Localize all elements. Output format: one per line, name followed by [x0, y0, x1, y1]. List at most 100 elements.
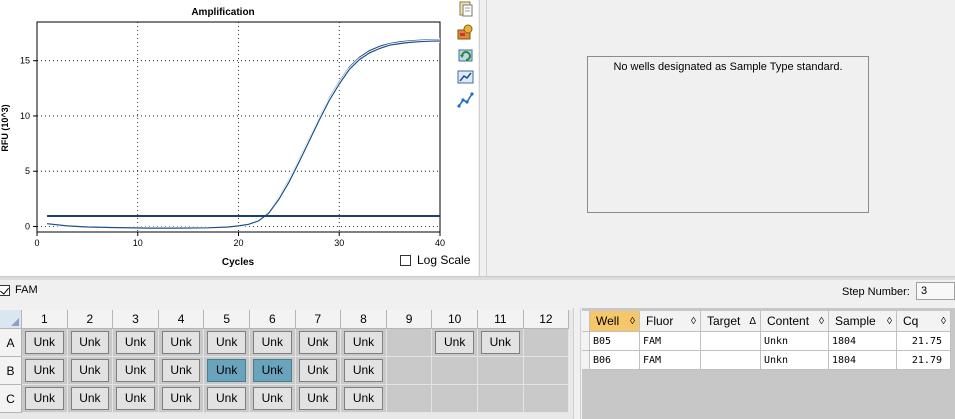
- plate-well[interactable]: Unk: [204, 385, 250, 413]
- well-a8[interactable]: Unk: [344, 331, 383, 354]
- plate-well[interactable]: [523, 329, 570, 357]
- well-b2[interactable]: Unk: [70, 359, 110, 382]
- column-header-11[interactable]: 11: [478, 310, 524, 329]
- well-c5[interactable]: Unk: [207, 387, 246, 410]
- well-b1[interactable]: Unk: [25, 359, 64, 382]
- well-c1[interactable]: Unk: [25, 387, 64, 410]
- well-b8[interactable]: Unk: [344, 359, 383, 382]
- column-header-7[interactable]: 7: [295, 310, 342, 329]
- plate-well[interactable]: Unk: [250, 329, 296, 357]
- select-all-corner[interactable]: [0, 310, 22, 329]
- plate-well[interactable]: Unk: [67, 329, 114, 357]
- well-c7[interactable]: Unk: [298, 387, 338, 410]
- well-a10[interactable]: Unk: [435, 331, 474, 354]
- well-a2[interactable]: Unk: [70, 331, 110, 354]
- plate-well[interactable]: [523, 357, 570, 385]
- sort-icon[interactable]: ◊: [887, 311, 892, 332]
- sort-icon[interactable]: Δ: [749, 311, 756, 332]
- plate-well[interactable]: Unk: [250, 385, 296, 413]
- column-header-3[interactable]: 3: [113, 310, 159, 329]
- well-c8[interactable]: Unk: [344, 387, 383, 410]
- plate-well[interactable]: Unk: [341, 329, 387, 357]
- column-header-target[interactable]: Target Δ: [701, 311, 761, 332]
- sort-icon[interactable]: ◊: [819, 311, 824, 332]
- column-header-1[interactable]: 1: [22, 310, 68, 329]
- cell-target[interactable]: [701, 351, 761, 370]
- plate-well[interactable]: Unk: [113, 385, 159, 413]
- plate-well[interactable]: [523, 385, 570, 413]
- plate-well[interactable]: Unk: [250, 357, 296, 385]
- column-header-sample[interactable]: Sample ◊: [829, 311, 897, 332]
- well-c2[interactable]: Unk: [70, 387, 110, 410]
- sort-icon[interactable]: ◊: [630, 311, 635, 332]
- plate-well[interactable]: Unk: [158, 385, 205, 413]
- refresh-icon[interactable]: [457, 47, 474, 63]
- well-c4[interactable]: Unk: [161, 387, 201, 410]
- log-scale-checkbox[interactable]: [400, 254, 411, 266]
- cell-cq[interactable]: 21.79: [897, 351, 951, 370]
- plate-well[interactable]: Unk: [67, 357, 114, 385]
- column-header-5[interactable]: 5: [204, 310, 250, 329]
- plate-well[interactable]: Unk: [295, 385, 342, 413]
- column-header-2[interactable]: 2: [67, 310, 114, 329]
- export-icon[interactable]: [457, 24, 474, 40]
- cell-well[interactable]: B05: [590, 332, 640, 351]
- plate-well[interactable]: [386, 357, 433, 385]
- row-selector[interactable]: [582, 332, 590, 351]
- column-header-6[interactable]: 6: [250, 310, 296, 329]
- plate-well[interactable]: [478, 357, 524, 385]
- row-header-b[interactable]: B: [0, 357, 22, 385]
- cell-fluor[interactable]: FAM: [640, 351, 701, 370]
- well-a1[interactable]: Unk: [25, 331, 64, 354]
- column-header-10[interactable]: 10: [432, 310, 478, 329]
- plate-well[interactable]: [478, 385, 524, 413]
- column-header-12[interactable]: 12: [523, 310, 570, 329]
- plate-well[interactable]: Unk: [341, 385, 387, 413]
- plate-well[interactable]: Unk: [22, 385, 68, 413]
- plate-well[interactable]: Unk: [204, 357, 250, 385]
- well-b5[interactable]: Unk: [207, 359, 246, 382]
- plate-well[interactable]: Unk: [158, 357, 205, 385]
- plate-well[interactable]: Unk: [158, 329, 205, 357]
- plate-well[interactable]: [386, 329, 433, 357]
- fluor-selector[interactable]: FAM: [0, 281, 38, 299]
- sort-icon[interactable]: ◊: [941, 311, 946, 332]
- well-a6[interactable]: Unk: [253, 331, 292, 354]
- plate-well[interactable]: Unk: [113, 329, 159, 357]
- well-b6[interactable]: Unk: [253, 359, 292, 382]
- row-header-a[interactable]: A: [0, 329, 22, 357]
- well-b7[interactable]: Unk: [298, 359, 338, 382]
- plate-well[interactable]: Unk: [67, 385, 114, 413]
- plate-well[interactable]: [432, 357, 478, 385]
- cell-fluor[interactable]: FAM: [640, 332, 701, 351]
- well-b3[interactable]: Unk: [116, 359, 155, 382]
- cell-content[interactable]: Unkn: [761, 351, 829, 370]
- log-scale-option[interactable]: Log Scale: [400, 253, 470, 267]
- row-header-c[interactable]: C: [0, 385, 22, 413]
- plate-well[interactable]: Unk: [295, 329, 342, 357]
- well-a11[interactable]: Unk: [481, 331, 520, 354]
- plate-well[interactable]: Unk: [22, 357, 68, 385]
- plate-well[interactable]: Unk: [478, 329, 524, 357]
- plate-well[interactable]: Unk: [341, 357, 387, 385]
- well-a5[interactable]: Unk: [207, 331, 246, 354]
- plate-results-splitter[interactable]: [573, 308, 581, 419]
- well-a3[interactable]: Unk: [116, 331, 155, 354]
- cell-well[interactable]: B06: [590, 351, 640, 370]
- cell-sample[interactable]: 1804: [829, 351, 897, 370]
- column-header-well[interactable]: Well ◊: [590, 311, 640, 332]
- plate-well[interactable]: [386, 385, 433, 413]
- well-c6[interactable]: Unk: [253, 387, 292, 410]
- chart-settings-icon[interactable]: [457, 69, 474, 85]
- step-number-field[interactable]: 3: [916, 282, 955, 300]
- well-a4[interactable]: Unk: [161, 331, 201, 354]
- plate-well[interactable]: Unk: [432, 329, 478, 357]
- plate-well[interactable]: [432, 385, 478, 413]
- vertical-splitter[interactable]: [479, 0, 487, 276]
- row-selector[interactable]: [582, 351, 590, 370]
- column-header-cq[interactable]: Cq ◊: [897, 311, 951, 332]
- cell-cq[interactable]: 21.75: [897, 332, 951, 351]
- column-header-8[interactable]: 8: [341, 310, 387, 329]
- trend-icon[interactable]: [457, 92, 474, 108]
- fam-checkbox[interactable]: [0, 284, 10, 296]
